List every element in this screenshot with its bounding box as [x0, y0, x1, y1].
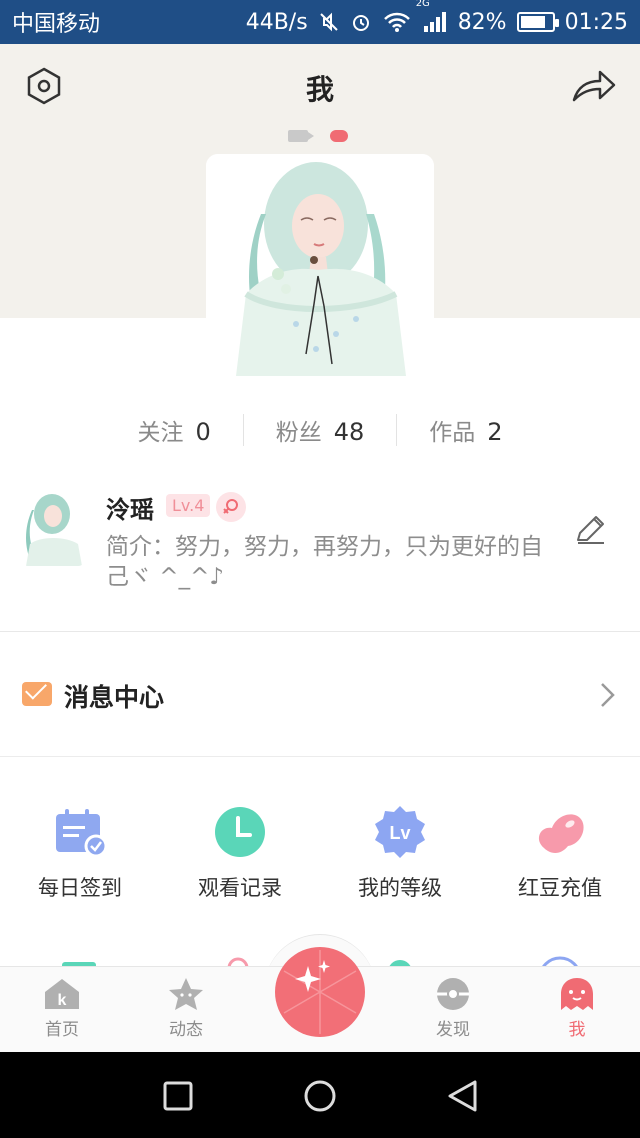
- stat-label: 粉丝: [275, 420, 322, 446]
- image-page-dot-active[interactable]: [330, 130, 348, 142]
- home-k-icon: k: [45, 979, 79, 1009]
- media-pager-dots: [288, 130, 348, 142]
- username: 泠瑶: [106, 496, 154, 524]
- message-center-label: 消息中心: [64, 683, 165, 712]
- status-bar: 中国移动 44B/s 2G 82% 01:25: [0, 0, 640, 44]
- grid-item-my-level[interactable]: Lv 我的等级: [320, 804, 480, 914]
- grid-item-label: 每日签到: [38, 876, 122, 900]
- screen: 中国移动 44B/s 2G 82% 01:25 我 关注 0 粉丝 48 作品 …: [0, 0, 640, 1138]
- recent-apps-button[interactable]: [160, 1078, 196, 1114]
- square-icon: [163, 1081, 193, 1111]
- sparkle-gem-icon: [275, 947, 365, 1037]
- share-arrow-icon: [572, 70, 616, 102]
- grid-item-red-bean-topup[interactable]: 红豆充值: [480, 804, 640, 914]
- nav-item-moments[interactable]: 动态: [141, 977, 231, 1040]
- network-speed: 44B/s: [245, 9, 308, 35]
- system-nav-bar: [0, 1052, 640, 1138]
- red-bean-icon: [532, 804, 588, 860]
- girl-illustration-image: [206, 154, 434, 376]
- nav-label: 动态: [169, 1020, 203, 1040]
- stat-value: 0: [195, 418, 211, 446]
- ghost-me-icon: [561, 978, 593, 1010]
- discover-ball-icon: [437, 978, 469, 1010]
- nav-item-discover[interactable]: 发现: [408, 977, 498, 1040]
- pencil-icon: [577, 516, 604, 544]
- message-center-row[interactable]: 消息中心: [0, 650, 640, 740]
- stat-following[interactable]: 关注 0: [105, 413, 242, 447]
- back-button[interactable]: [444, 1078, 480, 1114]
- network-type-label: 2G: [415, 0, 430, 9]
- signal-icon: 2G: [416, 0, 448, 34]
- profile-cover-image[interactable]: [206, 154, 434, 376]
- grid-item-label: 我的等级: [358, 876, 442, 900]
- alarm-icon: [350, 11, 372, 33]
- clock-icon: [212, 804, 268, 860]
- battery-percent: 82%: [457, 9, 507, 35]
- level-badge: Lv.4: [166, 494, 211, 517]
- page-title: 我: [305, 73, 334, 106]
- chevron-right-icon: [596, 682, 618, 708]
- svg-text:Lv: Lv: [389, 823, 410, 843]
- profile-bio: 简介：努力，努力，再努力，只为更好的自己ヾ ^_^♪: [106, 534, 543, 590]
- calendar-check-icon: [52, 804, 108, 860]
- avatar-illustration: [20, 490, 86, 566]
- nav-label: 我: [568, 1020, 586, 1040]
- battery-fill: [520, 16, 546, 28]
- level-badge-icon: Lv: [372, 804, 428, 860]
- stat-label: 关注: [137, 420, 184, 446]
- nav-label: 发现: [436, 1020, 470, 1040]
- stat-value: 48: [333, 418, 365, 446]
- circle-icon: [304, 1080, 336, 1112]
- nav-label: 首页: [45, 1020, 79, 1040]
- edit-profile-button[interactable]: [572, 512, 608, 548]
- star-face-icon: [169, 978, 203, 1010]
- stats-row: 关注 0 粉丝 48 作品 2: [0, 408, 640, 452]
- stat-value: 2: [487, 418, 503, 446]
- stat-works[interactable]: 作品 2: [397, 413, 534, 447]
- female-icon: [216, 492, 246, 522]
- section-divider: [0, 756, 640, 757]
- nav-item-me[interactable]: 我: [532, 977, 622, 1040]
- svg-text:k: k: [58, 992, 67, 1009]
- grid-item-label: 红豆充值: [518, 876, 602, 900]
- profile-info: 泠瑶 Lv.4 简介：努力，努力，再努力，只为更好的自己ヾ ^_^♪: [0, 480, 640, 630]
- section-divider: [0, 631, 640, 632]
- nav-item-home[interactable]: k 首页: [17, 977, 107, 1040]
- home-button[interactable]: [302, 1078, 338, 1114]
- grid-item-daily-checkin[interactable]: 每日签到: [0, 804, 160, 914]
- stat-fans[interactable]: 粉丝 48: [244, 413, 397, 447]
- center-create-button[interactable]: [274, 946, 366, 1038]
- stat-label: 作品: [429, 420, 476, 446]
- grid-item-watch-history[interactable]: 观看记录: [160, 804, 320, 914]
- clock-time: 01:25: [564, 9, 628, 35]
- share-button[interactable]: [570, 66, 618, 106]
- avatar[interactable]: [20, 490, 86, 566]
- mute-icon: [318, 11, 340, 33]
- wifi-icon: [382, 11, 412, 33]
- triangle-back-icon: [448, 1080, 477, 1112]
- grid-item-label: 观看记录: [198, 876, 282, 900]
- battery-icon: [516, 12, 559, 32]
- envelope-icon: [22, 682, 52, 706]
- video-camera-icon[interactable]: [288, 130, 314, 142]
- feature-grid: 每日签到 观看记录 Lv 我的等级 红豆充值: [0, 804, 640, 914]
- carrier-label: 中国移动: [12, 12, 101, 37]
